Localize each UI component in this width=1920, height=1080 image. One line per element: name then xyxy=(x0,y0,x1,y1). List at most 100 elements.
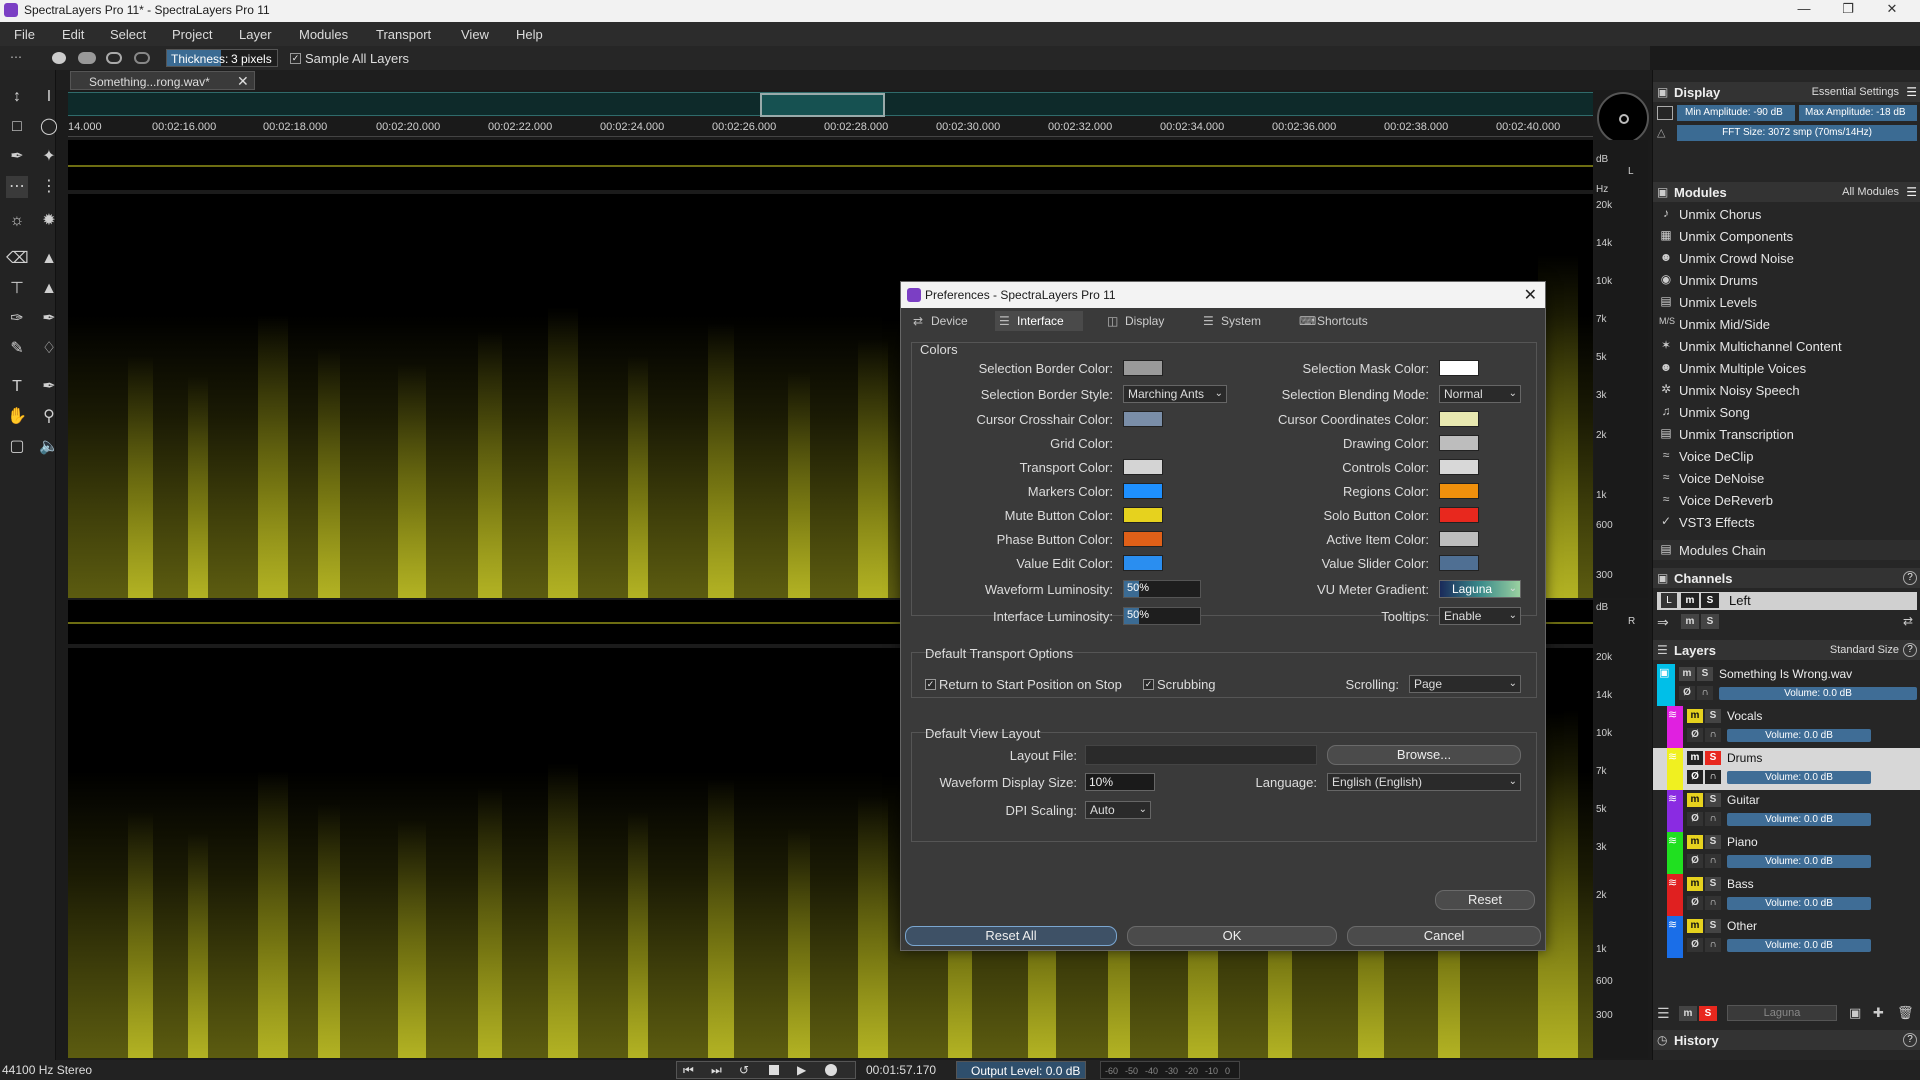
sample-all-layers-checkbox[interactable]: ✓ xyxy=(290,53,301,64)
tooltips-select[interactable]: Enable ⌄ xyxy=(1439,607,1521,625)
layer-row[interactable]: ▣ m S Something Is Wrong.wav Ø ∩ Volume:… xyxy=(1653,664,1920,706)
display-panel-header[interactable]: ▣ Display Essential Settings ☰ xyxy=(1653,82,1920,102)
tab-system[interactable]: ☰ System xyxy=(1199,311,1285,331)
waveform-luminosity-slider[interactable]: 50% xyxy=(1123,580,1201,598)
module-item[interactable]: ▤ Unmix Levels xyxy=(1653,292,1920,312)
tab-device[interactable]: ⇄ Device xyxy=(909,311,995,331)
reset-all-button[interactable]: Reset All xyxy=(905,926,1117,946)
menu-edit[interactable]: Edit xyxy=(62,27,84,42)
mute-all-button[interactable]: m xyxy=(1679,1006,1697,1021)
regions-color-swatch[interactable] xyxy=(1439,483,1479,499)
cursor-crosshair-color-swatch[interactable] xyxy=(1123,411,1163,427)
phase-icon[interactable]: Ø xyxy=(1679,686,1695,700)
layer-mute-button[interactable]: m xyxy=(1687,751,1703,765)
menu-file[interactable]: File xyxy=(14,27,35,42)
envelope-icon[interactable]: ∩ xyxy=(1705,770,1721,784)
layer-stack-icon[interactable]: ☰ xyxy=(1657,1005,1670,1022)
new-folder-icon[interactable]: ▣ xyxy=(1849,1005,1861,1021)
markers-color-swatch[interactable] xyxy=(1123,483,1163,499)
solo-all-button[interactable]: S xyxy=(1699,1006,1717,1021)
loop-icon[interactable]: ↺ xyxy=(739,1063,749,1077)
stamp-icon[interactable]: ▲ xyxy=(38,248,60,270)
modules-chain-button[interactable]: ▤ Modules Chain xyxy=(1653,540,1920,560)
close-icon[interactable]: ✕ xyxy=(1880,1,1904,17)
value-edit-color-swatch[interactable] xyxy=(1123,555,1163,571)
layer-solo-button[interactable]: S xyxy=(1697,667,1713,681)
close-tab-icon[interactable]: ✕ xyxy=(237,73,249,90)
dpi-scaling-select[interactable]: Auto ⌄ xyxy=(1085,801,1151,819)
waveform-display-size-input[interactable]: 10% xyxy=(1085,773,1155,791)
value-slider-color-swatch[interactable] xyxy=(1439,555,1479,571)
layer-solo-button[interactable]: S xyxy=(1705,793,1721,807)
layer-mute-button[interactable]: m xyxy=(1687,835,1703,849)
layer-volume[interactable]: Volume: 0.0 dB xyxy=(1727,813,1871,826)
record-icon[interactable] xyxy=(825,1064,837,1076)
minimize-icon[interactable]: — xyxy=(1792,1,1816,16)
history-panel-header[interactable]: ◷ History ? xyxy=(1653,1030,1920,1050)
phase-icon[interactable]: Ø xyxy=(1687,728,1703,742)
menu-project[interactable]: Project xyxy=(172,27,212,42)
skip-forward-icon[interactable]: ⏭ xyxy=(711,1063,722,1078)
speaker-icon[interactable]: 🔈 xyxy=(38,436,60,458)
module-item[interactable]: ◉ Unmix Drums xyxy=(1653,270,1920,290)
module-item[interactable]: ☻ Unmix Multiple Voices xyxy=(1653,358,1920,378)
module-item[interactable]: ♪ Unmix Chorus xyxy=(1653,204,1920,224)
module-item[interactable]: M/S Unmix Mid/Side xyxy=(1653,314,1920,334)
max-amplitude-slider[interactable]: Max Amplitude: -18 dB xyxy=(1799,105,1917,121)
transport-color-swatch[interactable] xyxy=(1123,459,1163,475)
tab-interface[interactable]: ☰ Interface xyxy=(995,311,1083,331)
layer-volume[interactable]: Volume: 0.0 dB xyxy=(1727,729,1871,742)
selection-blending-mode-select[interactable]: Normal ⌄ xyxy=(1439,385,1521,403)
phase-icon[interactable]: Ø xyxy=(1687,938,1703,952)
layer-color-swatch[interactable]: ≋ xyxy=(1667,874,1683,916)
brush-shape-3-icon[interactable] xyxy=(106,52,122,64)
module-item[interactable]: ≈ Voice DeNoise xyxy=(1653,468,1920,488)
layer-row[interactable]: ≋ m S Bass Ø ∩ Volume: 0.0 dB xyxy=(1653,874,1920,916)
phase-button-color-swatch[interactable] xyxy=(1123,531,1163,547)
cube-icon[interactable]: ▢ xyxy=(6,436,28,458)
envelope-icon[interactable]: ∩ xyxy=(1705,812,1721,826)
module-item[interactable]: ♫ Unmix Song xyxy=(1653,402,1920,422)
module-item[interactable]: ✲ Unmix Noisy Speech xyxy=(1653,380,1920,400)
grid-color-swatch[interactable] xyxy=(1123,435,1163,451)
channel-expand-icon[interactable]: ⇒ xyxy=(1657,614,1669,631)
layer-color-swatch[interactable]: ≋ xyxy=(1667,748,1683,790)
layer-color-swatch[interactable]: ≋ xyxy=(1667,790,1683,832)
new-layer-icon[interactable]: ✚ xyxy=(1873,1005,1884,1021)
help-icon[interactable]: ? xyxy=(1903,1033,1917,1047)
cancel-button[interactable]: Cancel xyxy=(1347,926,1541,946)
gear-burst-icon[interactable]: ✹ xyxy=(38,210,60,232)
zoom-icon[interactable]: ⚲ xyxy=(38,406,60,428)
dialog-close-icon[interactable]: ✕ xyxy=(1524,285,1537,305)
cursor-coordinates-color-swatch[interactable] xyxy=(1439,411,1479,427)
eyedropper-icon[interactable]: ✒ xyxy=(38,376,60,398)
tab-display[interactable]: ◫ Display xyxy=(1103,311,1189,331)
envelope-icon[interactable]: ∩ xyxy=(1705,854,1721,868)
envelope-icon[interactable]: ∩ xyxy=(1705,938,1721,952)
vu-meter-gradient-select[interactable]: Laguna ⌄ xyxy=(1439,580,1521,598)
bucket-icon[interactable]: ♢ xyxy=(38,338,60,360)
layer-solo-button[interactable]: S xyxy=(1705,919,1721,933)
help-icon[interactable]: ? xyxy=(1903,643,1917,657)
timeline-ruler[interactable]: 14.000 00:02:16.000 00:02:18.000 00:02:2… xyxy=(68,117,1593,137)
layer-solo-button[interactable]: S xyxy=(1705,877,1721,891)
channels-panel-header[interactable]: ▣ Channels ? xyxy=(1653,568,1920,588)
overview-view-window[interactable] xyxy=(760,93,885,117)
layer-solo-button[interactable]: S xyxy=(1705,751,1721,765)
layer-gradient-select[interactable]: Laguna xyxy=(1727,1005,1837,1021)
layer-mute-button[interactable]: m xyxy=(1687,919,1703,933)
phase-icon[interactable]: Ø xyxy=(1687,770,1703,784)
menu-help[interactable]: Help xyxy=(516,27,543,42)
restore-icon[interactable]: ❐ xyxy=(1836,1,1860,17)
brush-shape-2-icon[interactable] xyxy=(78,52,96,64)
layer-row[interactable]: ≋ m S Piano Ø ∩ Volume: 0.0 dB xyxy=(1653,832,1920,874)
tab-shortcuts[interactable]: ⌨ Shortcuts xyxy=(1295,311,1395,331)
channel-mute-all-button[interactable]: m xyxy=(1681,614,1699,629)
play-icon[interactable]: ▶ xyxy=(797,1063,806,1077)
scrolling-select[interactable]: Page ⌄ xyxy=(1409,675,1521,693)
layer-color-swatch[interactable]: ≋ xyxy=(1667,706,1683,748)
brush-icon[interactable]: ✒ xyxy=(38,308,60,330)
layer-mute-button[interactable]: m xyxy=(1687,877,1703,891)
phase-icon[interactable]: Ø xyxy=(1687,812,1703,826)
layers-size[interactable]: Standard Size xyxy=(1830,644,1899,656)
